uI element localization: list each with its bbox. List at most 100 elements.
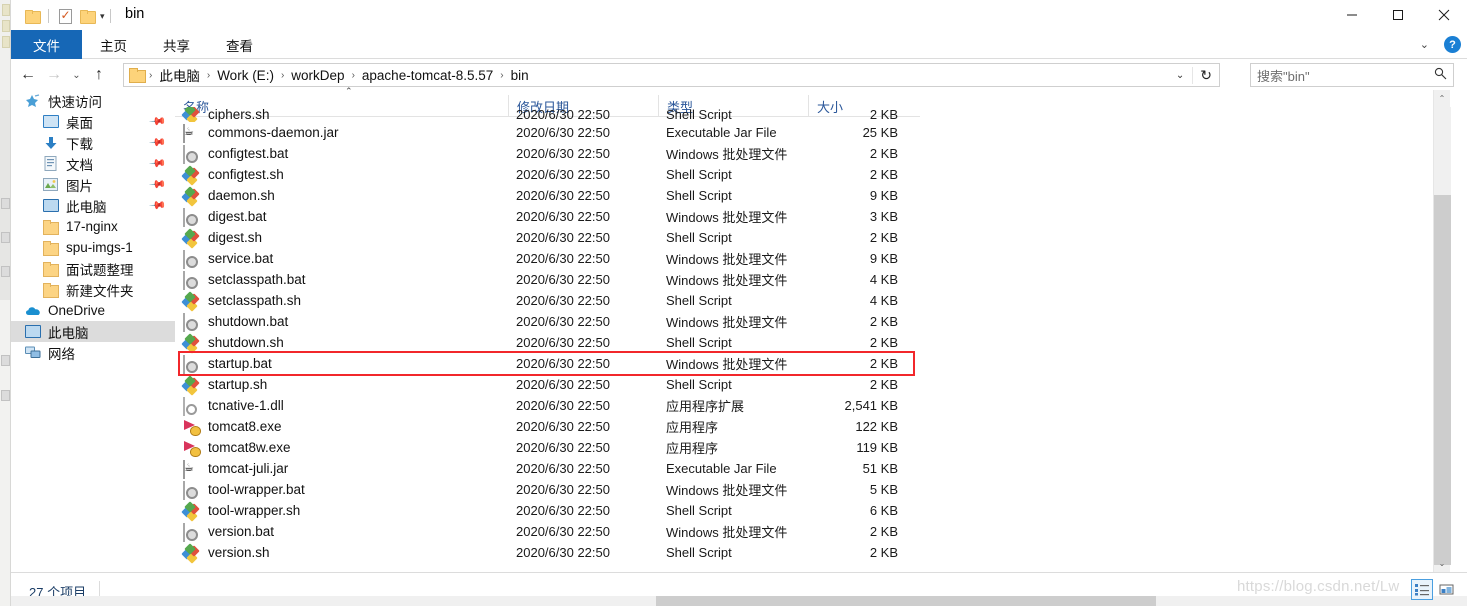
- table-row[interactable]: configtest.bat 2020/6/30 22:50 Windows 批处理…: [175, 143, 1450, 164]
- sidebar-item-6[interactable]: 17-nginx: [11, 216, 175, 237]
- close-button[interactable]: [1421, 0, 1467, 30]
- sidebar-item-0[interactable]: 快速访问: [11, 90, 175, 111]
- search-icon[interactable]: [1434, 67, 1447, 83]
- exe-file-icon: [183, 419, 201, 435]
- file-size-cell: 9 KB: [869, 188, 898, 203]
- horizontal-scrollbar-thumb[interactable]: [656, 596, 1156, 606]
- breadcrumb-item-bin[interactable]: bin: [506, 66, 534, 85]
- table-row[interactable]: service.bat 2020/6/30 22:50 Windows 批处理文件 9…: [175, 248, 1450, 269]
- table-row[interactable]: shutdown.sh 2020/6/30 22:50 Shell Script 2 …: [175, 332, 1450, 354]
- file-name-cell: tomcat8.exe: [175, 419, 508, 435]
- breadcrumb-bar[interactable]: › 此电脑 › Work (E:) › workDep › apache-tom…: [123, 63, 1220, 87]
- table-row[interactable]: tomcat8.exe 2020/6/30 22:50 应用程序 122 KB: [175, 416, 1450, 437]
- file-name-label: startup.sh: [208, 377, 268, 392]
- pin-icon[interactable]: 📌: [149, 112, 168, 131]
- sidebar-item-1[interactable]: 桌面 📌: [11, 111, 175, 132]
- sidebar-item-11[interactable]: 此电脑: [11, 321, 175, 342]
- pin-icon[interactable]: 📌: [149, 175, 168, 194]
- forward-button[interactable]: →: [41, 62, 67, 88]
- table-row[interactable]: tcnative-1.dll 2020/6/30 22:50 应用程序扩展 2,541…: [175, 395, 1450, 416]
- scrollbar-track[interactable]: [1434, 107, 1451, 195]
- table-row[interactable]: daemon.sh 2020/6/30 22:50 Shell Script 9 KB: [175, 185, 1450, 207]
- pin-icon[interactable]: 📌: [149, 154, 168, 173]
- watermark-text: https://blog.csdn.net/Lw: [1237, 578, 1400, 595]
- file-name-label: startup.bat: [208, 356, 272, 371]
- tab-file[interactable]: 文件: [11, 30, 82, 59]
- sidebar-item-7[interactable]: spu-imgs-1: [11, 237, 175, 258]
- vertical-scrollbar[interactable]: ⌃ ⌄: [1433, 90, 1451, 572]
- recent-locations-chevron-icon[interactable]: ⌄: [67, 62, 86, 88]
- table-row[interactable]: commons-daemon.jar 2020/6/30 22:50 Executa…: [175, 122, 1450, 143]
- horizontal-scrollbar[interactable]: [11, 596, 1467, 606]
- sidebar-item-5[interactable]: 此电脑 📌: [11, 195, 175, 216]
- path-dropdown-chevron-icon[interactable]: ⌄: [1168, 70, 1192, 81]
- help-icon[interactable]: ?: [1444, 36, 1461, 53]
- file-date-cell: 2020/6/30 22:50: [516, 482, 610, 497]
- table-row[interactable]: setclasspath.sh 2020/6/30 22:50 Shell Scri…: [175, 290, 1450, 312]
- sidebar-item-2[interactable]: 下载 📌: [11, 132, 175, 153]
- file-size-cell: 4 KB: [869, 293, 898, 308]
- pin-icon[interactable]: 📌: [149, 196, 168, 215]
- sidebar-item-8[interactable]: 面试题整理: [11, 258, 175, 279]
- details-view-icon[interactable]: [1411, 579, 1433, 600]
- table-row[interactable]: tomcat-juli.jar 2020/6/30 22:50 Executable…: [175, 458, 1450, 479]
- scrollbar-thumb[interactable]: [1434, 195, 1451, 565]
- main-content: 快速访问 桌面 📌 下载 📌 文档 📌 图片 📌 此电脑 📌 17-nginx spu-imgs-1 面试…: [11, 86, 1467, 572]
- file-name-label: daemon.sh: [208, 188, 275, 203]
- tab-home[interactable]: 主页: [82, 30, 145, 59]
- breadcrumb-item-work-e[interactable]: Work (E:): [212, 66, 279, 85]
- file-name-cell: setclasspath.sh: [175, 290, 508, 312]
- expand-ribbon-chevron-icon[interactable]: ⌄: [1415, 38, 1434, 51]
- table-row[interactable]: setclasspath.bat 2020/6/30 22:50 Windows 批…: [175, 269, 1450, 290]
- table-row[interactable]: ciphers.sh 2020/6/30 22:50 Shell Script 2 K…: [175, 107, 1450, 122]
- table-row[interactable]: startup.bat 2020/6/30 22:50 Windows 批处理文件 2…: [175, 353, 1450, 374]
- chevron-down-icon[interactable]: ▾: [100, 11, 105, 22]
- file-type-cell: Windows 批处理文件: [666, 273, 788, 288]
- scroll-down-arrow-icon[interactable]: ⌄: [1434, 555, 1450, 572]
- pin-icon[interactable]: 📌: [149, 133, 168, 152]
- sidebar-item-4[interactable]: 图片 📌: [11, 174, 175, 195]
- back-button[interactable]: ←: [15, 62, 41, 88]
- sidebar-item-label: 图片: [66, 178, 93, 194]
- table-row[interactable]: tool-wrapper.bat 2020/6/30 22:50 Windows 批…: [175, 479, 1450, 500]
- sidebar-item-label: spu-imgs-1: [66, 240, 133, 255]
- breadcrumb-item-this-pc[interactable]: 此电脑: [154, 63, 205, 87]
- file-name-cell: shutdown.sh: [175, 332, 508, 354]
- sidebar-item-3[interactable]: 文档 📌: [11, 153, 175, 174]
- search-box[interactable]: 搜索"bin": [1250, 63, 1454, 87]
- sidebar-item-9[interactable]: 新建文件夹: [11, 279, 175, 300]
- table-row[interactable]: version.bat 2020/6/30 22:50 Windows 批处理文件 2…: [175, 521, 1450, 542]
- file-name-cell: service.bat: [175, 249, 508, 269]
- table-row[interactable]: tool-wrapper.sh 2020/6/30 22:50 Shell Scri…: [175, 500, 1450, 522]
- tab-view[interactable]: 查看: [208, 30, 271, 59]
- tab-share[interactable]: 共享: [145, 30, 208, 59]
- minimize-button[interactable]: [1329, 0, 1375, 30]
- sidebar-item-10[interactable]: OneDrive: [11, 300, 175, 321]
- large-icons-view-icon[interactable]: [1435, 579, 1457, 600]
- table-row[interactable]: digest.sh 2020/6/30 22:50 Shell Script 2 KB: [175, 227, 1450, 249]
- file-name-label: shutdown.bat: [208, 314, 289, 329]
- new-folder-icon[interactable]: [76, 5, 98, 27]
- refresh-icon[interactable]: ↻: [1192, 66, 1219, 84]
- breadcrumb-item-workdep[interactable]: workDep: [286, 66, 349, 85]
- breadcrumb-item-apache-tomcat[interactable]: apache-tomcat-8.5.57: [357, 66, 498, 85]
- scroll-up-arrow-icon[interactable]: ⌃: [1434, 90, 1450, 107]
- up-button[interactable]: ↑: [86, 62, 112, 88]
- table-row[interactable]: digest.bat 2020/6/30 22:50 Windows 批处理文件 3 …: [175, 206, 1450, 227]
- table-row[interactable]: startup.sh 2020/6/30 22:50 Shell Script 2 K…: [175, 374, 1450, 396]
- network-icon: [23, 346, 42, 359]
- file-size-cell: 2 KB: [869, 356, 898, 371]
- file-size-cell: 2 KB: [869, 335, 898, 350]
- breadcrumb-separator: ›: [500, 69, 504, 81]
- table-row[interactable]: shutdown.bat 2020/6/30 22:50 Windows 批处理文件…: [175, 311, 1450, 332]
- maximize-button[interactable]: [1375, 0, 1421, 30]
- table-row[interactable]: configtest.sh 2020/6/30 22:50 Shell Script…: [175, 164, 1450, 186]
- breadcrumb-end-controls: ⌄ ↻: [1168, 66, 1219, 84]
- file-date-cell: 2020/6/30 22:50: [516, 335, 610, 350]
- table-row[interactable]: version.sh 2020/6/30 22:50 Shell Script 2 K…: [175, 542, 1450, 564]
- search-input[interactable]: 搜索"bin": [1257, 66, 1434, 85]
- properties-icon[interactable]: [54, 5, 76, 27]
- sidebar-item-12[interactable]: 网络: [11, 342, 175, 363]
- folder-icon[interactable]: [21, 5, 43, 27]
- table-row[interactable]: tomcat8w.exe 2020/6/30 22:50 应用程序 119 KB: [175, 437, 1450, 458]
